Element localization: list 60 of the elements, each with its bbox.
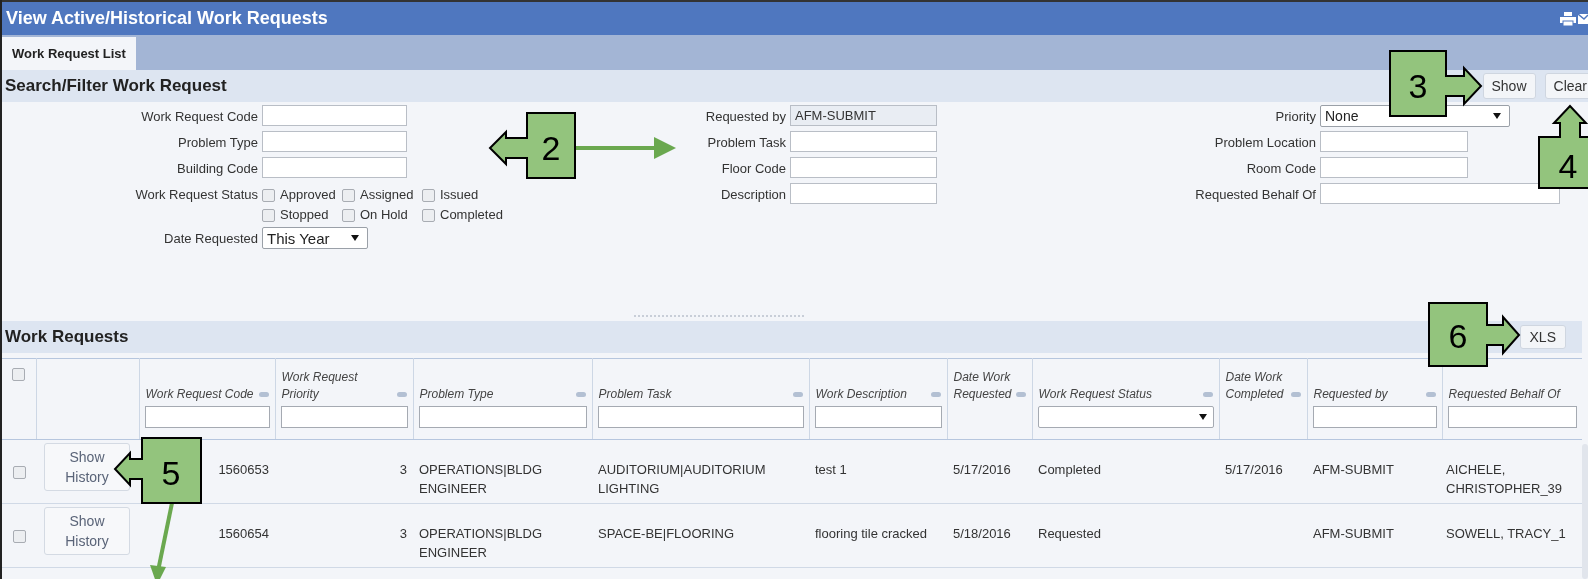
- field-label: Building Code: [177, 161, 258, 176]
- show-history-button[interactable]: Show History: [44, 443, 130, 491]
- table-cell: AICHELE, CHRISTOPHER_39: [1446, 462, 1563, 496]
- checkbox-label[interactable]: Stopped: [280, 206, 329, 224]
- show-button[interactable]: Show: [1482, 73, 1536, 99]
- table-cell: 5/17/2016: [953, 462, 1011, 477]
- table-cell: 5/17/2016: [1225, 462, 1283, 477]
- table-cell: Requested: [1038, 526, 1101, 541]
- column-header[interactable]: Work Request Code: [145, 386, 254, 403]
- table-cell: 1560653: [218, 462, 269, 477]
- field-label: Problem Task: [707, 135, 786, 150]
- column-header[interactable]: Problem Task: [598, 386, 672, 403]
- field-label: Requested by: [705, 109, 786, 124]
- table-cell: OPERATIONS|BLDG ENGINEER: [419, 462, 543, 496]
- table-cell: OPERATIONS|BLDG ENGINEER: [419, 526, 543, 560]
- table-cell: 5/18/2016: [953, 526, 1011, 541]
- checkbox-label[interactable]: Assigned: [360, 186, 414, 204]
- input-field: AFM-SUBMIT: [790, 105, 937, 126]
- callout-arrow: 6: [1425, 300, 1523, 369]
- field-label: Priority: [1275, 109, 1316, 124]
- table-cell: AFM-SUBMIT: [1313, 526, 1394, 541]
- column-header[interactable]: Requested Behalf Of: [1448, 386, 1560, 403]
- tab[interactable]: Work Request List: [2, 37, 136, 70]
- column-header[interactable]: Requested by: [1313, 386, 1388, 403]
- table-cell: 1560654: [218, 526, 269, 541]
- table-cell: 3: [399, 462, 407, 477]
- field-label: Date Requested: [164, 231, 258, 246]
- window-title: View Active/Historical Work Requests: [6, 8, 329, 29]
- column-header[interactable]: Work Request Priority: [281, 369, 382, 403]
- show-history-button[interactable]: Show History: [44, 507, 130, 555]
- checkbox-label[interactable]: Approved: [280, 186, 336, 204]
- table-cell: SPACE-BE|FLOORING: [598, 526, 735, 541]
- section-title: Search/Filter Work Request: [5, 76, 227, 96]
- clear-button[interactable]: Clear: [1544, 73, 1588, 99]
- table-cell: 3: [399, 526, 407, 541]
- table-cell: test 1: [815, 462, 847, 477]
- table-cell: AUDITORIUM|AUDITORIUM LIGHTING: [598, 462, 766, 496]
- section-title: Work Requests: [5, 327, 129, 347]
- table-cell: flooring tile cracked: [815, 526, 927, 541]
- table-cell: SOWELL, TRACY_1: [1446, 526, 1566, 541]
- dropdown[interactable]: This Year: [262, 227, 368, 249]
- column-header[interactable]: Date Work Completed: [1225, 369, 1291, 403]
- field-label: Description: [720, 187, 786, 202]
- table-cell: Completed: [1038, 462, 1101, 477]
- checkbox-label[interactable]: On Hold: [360, 206, 408, 224]
- column-header[interactable]: Work Description: [815, 386, 907, 403]
- checkbox-label[interactable]: Completed: [440, 206, 503, 224]
- column-header[interactable]: Problem Type: [419, 386, 494, 403]
- field-label: Work Request Status: [135, 187, 258, 202]
- field-label: Floor Code: [721, 161, 786, 176]
- column-header[interactable]: Work Request Status: [1038, 386, 1152, 403]
- field-label: Room Code: [1246, 161, 1316, 176]
- column-header[interactable]: Date Work Requested: [953, 369, 1016, 403]
- field-label: Problem Location: [1214, 135, 1316, 150]
- checkbox-label[interactable]: Issued: [440, 186, 479, 204]
- field-label: Work Request Code: [141, 109, 258, 124]
- xls-button[interactable]: XLS: [1519, 325, 1566, 349]
- field-label: Problem Type: [178, 135, 258, 150]
- table-cell: AFM-SUBMIT: [1313, 462, 1394, 477]
- field-label: Requested Behalf Of: [1195, 187, 1316, 202]
